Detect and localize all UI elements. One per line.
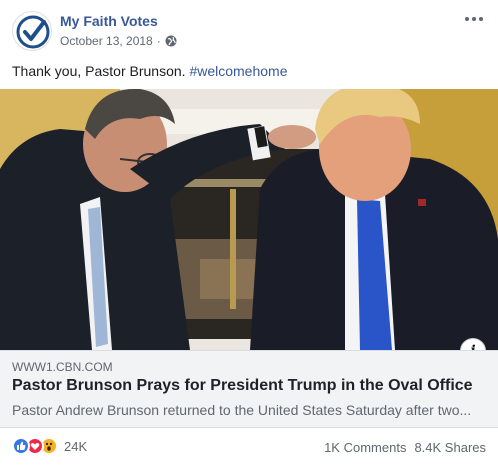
checkmark-logo-icon [16, 15, 50, 49]
hashtag-link[interactable]: #welcomehome [189, 63, 287, 79]
engagement-stats: 1K Comments 8.4K Shares [324, 440, 486, 455]
shares-count[interactable]: 8.4K Shares [414, 440, 486, 455]
link-preview-image[interactable] [0, 89, 498, 350]
reactions-summary[interactable]: 24K [12, 437, 87, 455]
meta-separator: · [156, 34, 161, 48]
reaction-count[interactable]: 24K [64, 439, 87, 454]
like-icon [12, 437, 30, 455]
comments-count[interactable]: 1K Comments [324, 440, 406, 455]
link-title[interactable]: Pastor Brunson Prays for President Trump… [12, 377, 473, 395]
link-description: Pastor Andrew Brunson returned to the Un… [12, 402, 472, 418]
link-preview-card[interactable]: WWW1.CBN.COM Pastor Brunson Prays for Pr… [0, 350, 498, 428]
more-options-icon[interactable] [462, 10, 486, 28]
facebook-post: My Faith Votes October 13, 2018 · Thank … [0, 0, 498, 465]
link-domain: WWW1.CBN.COM [12, 360, 113, 374]
post-message: Thank you, Pastor Brunson. #welcomehome [12, 63, 288, 79]
post-header: My Faith Votes October 13, 2018 · [0, 0, 498, 60]
post-text: Thank you, Pastor Brunson. [12, 63, 190, 79]
post-meta: October 13, 2018 · [60, 34, 177, 48]
post-footer: 24K 1K Comments 8.4K Shares [0, 434, 498, 460]
post-date[interactable]: October 13, 2018 [60, 34, 153, 48]
page-avatar[interactable] [12, 11, 52, 51]
page-name-link[interactable]: My Faith Votes [60, 13, 158, 29]
globe-icon [165, 35, 177, 47]
oval-office-photo [0, 89, 498, 350]
